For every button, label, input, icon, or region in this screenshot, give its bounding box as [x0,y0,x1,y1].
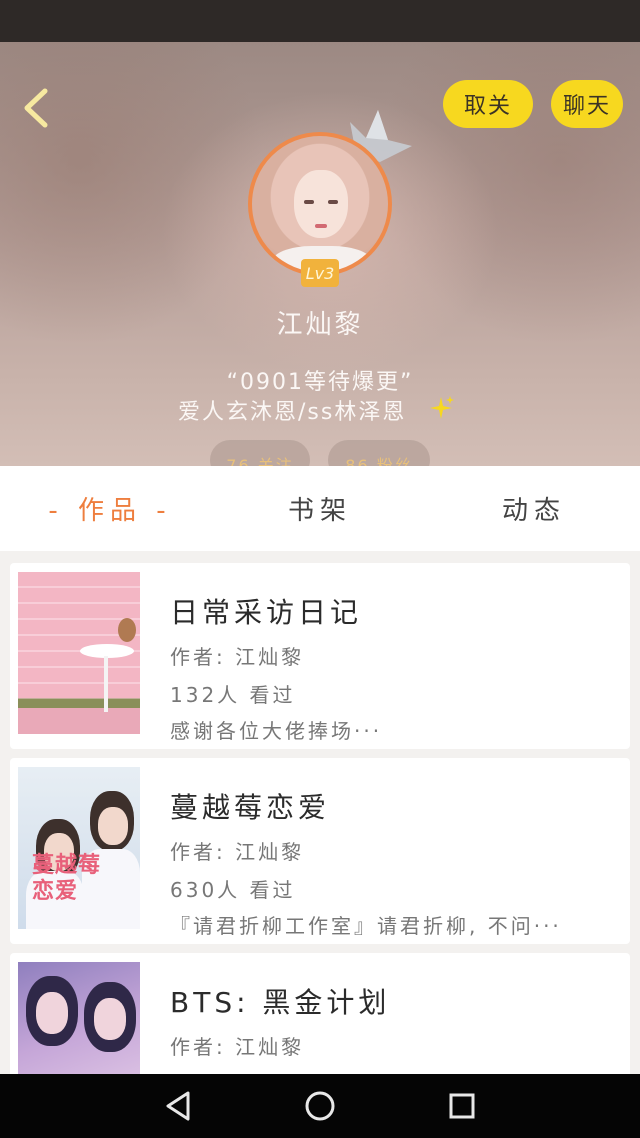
status-bar [0,0,640,42]
work-views: 132人 看过 [170,683,296,707]
work-title: 日常采访日记 [170,596,363,629]
profile-screen: 取关 聊天 Lv3 江灿黎 “0901等待爆更” 爱人玄沐恩/ss林泽恩 76 … [0,0,640,1138]
square-recents-icon [449,1093,475,1119]
cover-table-leg [104,656,108,712]
work-author: 作者: 江灿黎 [170,840,305,864]
circle-home-icon [305,1091,335,1121]
avatar[interactable] [248,132,392,276]
fans-count[interactable]: 86 粉丝 [328,440,430,466]
work-cover [18,572,140,734]
triangle-back-icon [166,1091,190,1121]
unfollow-button[interactable]: 取关 [443,80,533,128]
tab-bar: - 作品 - 书架 动态 [0,466,640,551]
work-author: 作者: 江灿黎 [170,1035,305,1059]
work-views: 630人 看过 [170,878,296,902]
works-list: 日常采访日记 作者: 江灿黎 132人 看过 感谢各位大佬捧场··· 蔓越莓 恋… [0,551,640,1074]
cover-person-face [36,992,68,1034]
work-card[interactable]: BTS: 黑金计划 作者: 江灿黎 [10,953,630,1074]
sparkle-icon [430,396,454,419]
bio-line-2: 爱人玄沐恩/ss林泽恩 [178,400,407,425]
cover-person-face [98,807,128,845]
tab-moments[interactable]: 动态 [454,466,614,551]
nav-back-button[interactable] [158,1086,198,1126]
tab-bookshelf[interactable]: 书架 [240,466,400,551]
work-author: 作者: 江灿黎 [170,645,305,669]
avatar-eye [304,200,314,204]
cover-plant [118,618,136,642]
work-title: BTS: 黑金计划 [170,986,391,1019]
work-description: 感谢各位大佬捧场··· [170,719,383,743]
work-card[interactable]: 蔓越莓 恋爱 蔓越莓恋爱 作者: 江灿黎 630人 看过 『请君折柳工作室』请君… [10,758,630,944]
bio-line-1: “0901等待爆更” [226,370,414,395]
work-cover: 蔓越莓 恋爱 [18,767,140,929]
work-card[interactable]: 日常采访日记 作者: 江灿黎 132人 看过 感谢各位大佬捧场··· [10,563,630,749]
back-button[interactable] [14,86,58,130]
work-description: 『请君折柳工作室』请君折柳, 不问··· [170,914,562,938]
work-cover [18,962,140,1074]
chevron-left-icon [24,88,48,128]
following-count[interactable]: 76 关注 [210,440,310,466]
cover-title: 蔓越莓 恋爱 [32,853,102,904]
chat-button[interactable]: 聊天 [551,80,623,128]
cover-person-face [94,998,126,1040]
level-badge: Lv3 [301,259,339,287]
avatar-lips [315,224,327,228]
work-title: 蔓越莓恋爱 [170,791,331,824]
nav-recents-button[interactable] [442,1086,482,1126]
nav-home-button[interactable] [300,1086,340,1126]
username: 江灿黎 [276,310,364,340]
system-nav-bar [0,1074,640,1138]
tab-works[interactable]: - 作品 - [30,466,190,551]
profile-header: 取关 聊天 Lv3 江灿黎 “0901等待爆更” 爱人玄沐恩/ss林泽恩 76 … [0,42,640,466]
avatar-eye [328,200,338,204]
